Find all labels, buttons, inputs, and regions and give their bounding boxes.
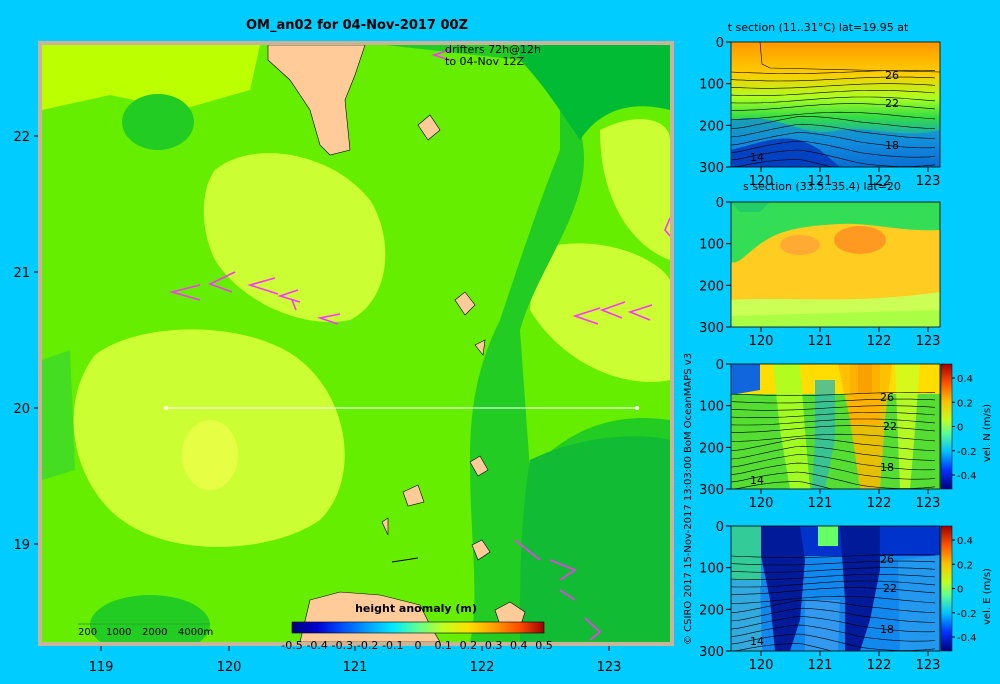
lon-tick-label: 121 [343, 660, 368, 675]
vel-colorbar-tick-label: -0.2 [957, 447, 977, 458]
t-contour-22: 22 [885, 97, 899, 110]
colorbar-tick-label: 0.3 [485, 639, 503, 652]
depth-tick-label: 0 [716, 36, 724, 51]
vel-colorbar-tick-label: 0.2 [957, 560, 973, 571]
panel-lon-tick-label: 121 [808, 658, 833, 673]
colorbar-tick-label: 0.5 [535, 639, 553, 652]
panel-lon-tick-label: 123 [916, 174, 941, 189]
depth-legend-200: 200 [78, 627, 97, 638]
map-title: OM_an02 for 04-Nov-2017 00Z [246, 18, 468, 33]
depth-legend-1000: 1000 [106, 627, 131, 638]
ve-contour-18: 18 [880, 623, 894, 636]
vel-e-label: vel. E (m/s) [982, 568, 993, 625]
colorbar-tick-label: 0.1 [434, 639, 452, 652]
depth-tick-label: 0 [716, 358, 724, 373]
depth-tick-label: 100 [699, 238, 724, 253]
panel-lon-tick-label: 121 [808, 496, 833, 511]
t-contour-26: 26 [885, 69, 899, 82]
panel-lon-tick-label: 120 [749, 496, 774, 511]
depth-tick-label: 100 [699, 400, 724, 415]
lat-tick-label: 19 [13, 538, 30, 553]
ve-contour-22: 22 [883, 582, 897, 595]
vel-colorbar-tick-label: -0.2 [957, 609, 977, 620]
panel-lon-tick-label: 123 [916, 334, 941, 349]
t-contour-18: 18 [885, 139, 899, 152]
depth-tick-label: 100 [699, 78, 724, 93]
velocity-north-section-panel: 26 22 18 14 0.4 0.2 0 -0.2 -0.4 vel. N (m/s) [730, 363, 993, 490]
vel-colorbar-tick-label: 0.2 [957, 398, 973, 409]
vel-colorbar-tick-label: 0 [957, 423, 963, 434]
depth-legend-4000: 4000m [178, 627, 213, 638]
panel-lon-tick-label: 122 [867, 174, 892, 189]
vn-contour-18: 18 [880, 461, 894, 474]
velocity-east-section-panel: 26 22 18 14 0.4 0.2 0 -0.2 -0.4 vel. E (m/s) [730, 525, 993, 652]
panel-lon-tick-label: 123 [916, 658, 941, 673]
lat-tick-label: 21 [13, 266, 30, 281]
depth-tick-label: 200 [699, 119, 724, 134]
panel-lon-tick-label: 120 [749, 658, 774, 673]
ocean-forecast-figure: OM_an02 for 04-Nov-2017 00Z drifters 72h… [0, 0, 1000, 680]
depth-tick-label: 300 [699, 321, 724, 336]
colorbar-tick-label: -0.1 [382, 639, 403, 652]
colorbar-tick-label: -0.2 [357, 639, 378, 652]
depth-tick-label: 100 [699, 562, 724, 577]
colorbar-tick-label: -0.3 [332, 639, 353, 652]
panel-lon-tick-label: 123 [916, 496, 941, 511]
panel-lon-tick-label: 121 [808, 174, 833, 189]
drifters-note-line2: to 04-Nov 12Z [445, 55, 524, 68]
depth-tick-label: 300 [699, 645, 724, 660]
lat-tick-label: 22 [13, 130, 30, 145]
ve-contour-26: 26 [880, 553, 894, 566]
vel-colorbar-tick-label: 0 [957, 585, 963, 596]
depth-tick-label: 200 [699, 603, 724, 618]
latitude-axis: 22 21 20 19 [13, 130, 38, 553]
panel-lon-tick-label: 122 [867, 334, 892, 349]
depth-tick-label: 0 [716, 520, 724, 535]
colorbar-label: height anomaly (m) [355, 602, 477, 615]
colorbar-tick-label: 0.2 [460, 639, 478, 652]
depth-tick-label: 300 [699, 483, 724, 498]
panel-lon-tick-label: 122 [867, 496, 892, 511]
colorbar-tick-label: 0 [415, 639, 422, 652]
salinity-section-panel: s section (33.5..35.4) lat=20 [730, 180, 941, 328]
lat-tick-label: 20 [13, 402, 30, 417]
panel-lon-tick-label: 121 [808, 334, 833, 349]
lon-tick-label: 119 [89, 660, 114, 675]
vel-colorbar-tick-label: -0.4 [957, 633, 977, 644]
vn-contour-14: 14 [750, 474, 764, 487]
vn-contour-22: 22 [883, 420, 897, 433]
vel-colorbar-tick-label: -0.4 [957, 471, 977, 482]
ve-contour-14: 14 [750, 635, 764, 648]
colorbar-tick-label: 0.4 [510, 639, 528, 652]
credit-text: © CSIRO 2017 15-Nov-2017 13:03:00 BoM Oc… [683, 353, 694, 645]
t-section-title: t section (11..31°C) lat=19.95 at [728, 21, 909, 34]
panel-lon-tick-label: 120 [749, 334, 774, 349]
lon-tick-label: 123 [597, 660, 622, 675]
depth-tick-label: 200 [699, 441, 724, 456]
colorbar-tick-label: -0.5 [281, 639, 302, 652]
vel-n-label: vel. N (m/s) [982, 404, 993, 462]
temperature-section-panel: t section (11..31°C) lat=19.95 at 26 22 … [728, 21, 941, 168]
depth-legend-2000: 2000 [142, 627, 167, 638]
vel-colorbar-tick-label: 0.4 [957, 374, 973, 385]
vn-contour-26: 26 [880, 391, 894, 404]
t-contour-14: 14 [750, 151, 764, 164]
lon-tick-label: 120 [217, 660, 242, 675]
depth-tick-label: 0 [716, 196, 724, 211]
colorbar-tick-label: -0.4 [306, 639, 327, 652]
panel-lon-tick-label: 120 [749, 174, 774, 189]
depth-tick-label: 200 [699, 279, 724, 294]
depth-tick-label: 300 [699, 161, 724, 176]
panel-lon-tick-label: 122 [867, 658, 892, 673]
vel-colorbar-tick-label: 0.4 [957, 536, 973, 547]
sea-level-field [42, 45, 670, 642]
lon-tick-label: 122 [470, 660, 495, 675]
